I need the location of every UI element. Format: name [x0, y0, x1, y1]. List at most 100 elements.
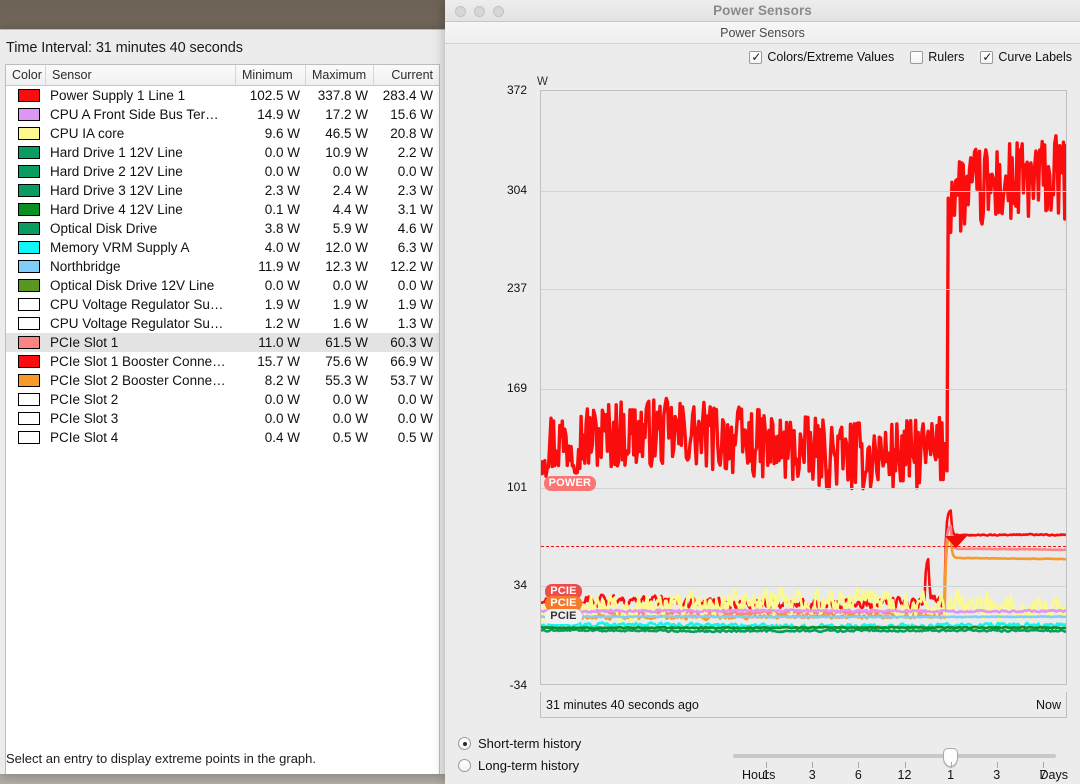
column-header-maximum[interactable]: Maximum	[306, 65, 374, 85]
table-row[interactable]: Power Supply 1 Line 1 102.5 W 337.8 W 283.4…	[6, 86, 439, 105]
sensor-name-cell: PCIe Slot 4	[50, 430, 119, 445]
sensor-max-cell: 12.3 W	[325, 259, 368, 274]
table-row[interactable]: PCIe Slot 1 11.0 W 61.5 W 60.3 W	[6, 333, 439, 352]
sensor-current-cell: 0.5 W	[397, 430, 433, 445]
sensor-max-cell: 0.0 W	[332, 411, 368, 426]
table-row[interactable]: Hard Drive 1 12V Line 0.0 W 10.9 W 2.2 W	[6, 143, 439, 162]
slider-track[interactable]	[733, 754, 1056, 758]
sensor-current-cell: 53.7 W	[390, 373, 433, 388]
column-header-color[interactable]: Color	[6, 65, 46, 85]
slider-tick	[996, 762, 998, 768]
color-swatch-icon	[18, 146, 40, 159]
chart-plot-area[interactable]: POWER PCIE PCIE PCIE	[540, 90, 1067, 685]
sensor-max-cell: 61.5 W	[325, 335, 368, 350]
sensor-current-cell: 6.3 W	[397, 240, 433, 255]
table-row[interactable]: CPU Voltage Regulator Su… 1.2 W 1.6 W 1.3 W	[6, 314, 439, 333]
checkbox-curve-labels[interactable]: Curve Labels	[980, 50, 1072, 64]
table-row[interactable]: Northbridge 11.9 W 12.3 W 12.2 W	[6, 257, 439, 276]
sensor-color-cell	[6, 86, 46, 105]
sensor-min-cell: 1.9 W	[264, 297, 300, 312]
sensor-min-cell: 14.9 W	[257, 107, 300, 122]
radio-long-term-history-dot[interactable]	[458, 759, 471, 772]
sensor-color-cell	[6, 409, 46, 428]
chart-gridline	[541, 288, 1066, 290]
sensor-max-cell: 337.8 W	[317, 88, 368, 103]
radio-long-term-history-label: Long-term history	[478, 758, 580, 773]
sensor-max-cell: 75.6 W	[325, 354, 368, 369]
table-row[interactable]: PCIe Slot 1 Booster Conne… 15.7 W 75.6 W 66…	[6, 352, 439, 371]
table-row[interactable]: PCIe Slot 2 0.0 W 0.0 W 0.0 W	[6, 390, 439, 409]
sensor-min-cell: 0.0 W	[264, 392, 300, 407]
sensor-color-cell	[6, 314, 46, 333]
sensor-max-cell: 2.4 W	[332, 183, 368, 198]
sensor-color-cell	[6, 181, 46, 200]
checkbox-rulers[interactable]: Rulers	[910, 50, 964, 64]
radio-short-term-history-dot[interactable]	[458, 737, 471, 750]
sensor-table[interactable]: Color Sensor Minimum Maximum Current Pow…	[5, 64, 440, 774]
window-title: Power Sensors	[713, 3, 812, 18]
sensor-min-cell: 0.0 W	[264, 164, 300, 179]
checkbox-colors-extreme-values[interactable]: Colors/Extreme Values	[749, 50, 894, 64]
table-row[interactable]: PCIe Slot 2 Booster Conne… 8.2 W 55.3 W 53.…	[6, 371, 439, 390]
sensor-current-cell: 0.0 W	[397, 164, 433, 179]
column-header-sensor[interactable]: Sensor	[46, 65, 236, 85]
table-row[interactable]: CPU Voltage Regulator Su… 1.9 W 1.9 W 1.9 W	[6, 295, 439, 314]
table-row[interactable]: Hard Drive 2 12V Line 0.0 W 0.0 W 0.0 W	[6, 162, 439, 181]
history-range-slider[interactable]: 1 3 6 12 1 3 7	[723, 748, 1068, 782]
chart-series-line	[541, 616, 1066, 617]
table-row[interactable]: Hard Drive 3 12V Line 2.3 W 2.4 W 2.3 W	[6, 181, 439, 200]
table-row[interactable]: Hard Drive 4 12V Line 0.1 W 4.4 W 3.1 W	[6, 200, 439, 219]
table-row[interactable]: CPU A Front Side Bus Ter… 14.9 W 17.2 W 15.…	[6, 105, 439, 124]
sensor-min-cell: 0.0 W	[264, 145, 300, 160]
chart-series-line	[541, 136, 1066, 489]
radio-short-term-history[interactable]: Short-term history	[458, 736, 581, 751]
time-axis: 31 minutes 40 seconds ago Now	[540, 692, 1067, 718]
sensor-max-cell: 10.9 W	[325, 145, 368, 160]
sensor-current-cell: 283.4 W	[382, 88, 433, 103]
chart-gridline	[541, 586, 1066, 588]
window-titlebar[interactable]: Power Sensors	[445, 0, 1080, 22]
extreme-value-line	[541, 546, 1066, 548]
sensor-color-cell	[6, 162, 46, 181]
color-swatch-icon	[18, 336, 40, 349]
sensor-min-cell: 11.0 W	[258, 335, 300, 350]
checkbox-curve-labels-box[interactable]	[980, 50, 994, 64]
sensor-color-cell	[6, 200, 46, 219]
sensor-max-cell: 17.2 W	[325, 107, 368, 122]
sensor-min-cell: 0.0 W	[264, 278, 300, 293]
column-header-minimum[interactable]: Minimum	[236, 65, 306, 85]
sensor-current-cell: 1.3 W	[397, 316, 433, 331]
slider-tick-label: 3	[808, 768, 816, 782]
checkbox-rulers-box[interactable]	[910, 50, 924, 64]
sensor-color-cell	[6, 371, 46, 390]
sensor-max-cell: 12.0 W	[325, 240, 368, 255]
chart-region: W 372 304 237 169 101 34 -34 POWER PCIE PCIE PCIE…	[445, 70, 1080, 730]
column-header-current[interactable]: Current	[374, 65, 439, 85]
color-swatch-icon	[18, 127, 40, 140]
sensor-name-cell: CPU IA core	[50, 126, 125, 141]
color-swatch-icon	[18, 165, 40, 178]
radio-long-term-history[interactable]: Long-term history	[458, 758, 579, 773]
sensor-name-cell: PCIe Slot 1 Booster Conne…	[50, 354, 226, 369]
sensor-current-cell: 66.9 W	[390, 354, 433, 369]
y-axis-tick-label: 304	[506, 182, 527, 197]
sensor-min-cell: 0.4 W	[264, 430, 300, 445]
color-swatch-icon	[18, 412, 40, 425]
sensor-min-cell: 102.5 W	[249, 88, 300, 103]
sensor-current-cell: 0.0 W	[397, 411, 433, 426]
color-swatch-icon	[18, 317, 40, 330]
slider-tick-label: 6	[854, 768, 862, 782]
table-row[interactable]: PCIe Slot 4 0.4 W 0.5 W 0.5 W	[6, 428, 439, 447]
chart-gridline	[541, 488, 1066, 490]
slider-tick-label: 3	[993, 768, 1001, 782]
table-row[interactable]: CPU IA core 9.6 W 46.5 W 20.8 W	[6, 124, 439, 143]
checkbox-colors-extreme-values-box[interactable]	[749, 50, 763, 64]
table-row[interactable]: PCIe Slot 3 0.0 W 0.0 W 0.0 W	[6, 409, 439, 428]
sensor-min-cell: 4.0 W	[264, 240, 300, 255]
table-row[interactable]: Memory VRM Supply A 4.0 W 12.0 W 6.3 W	[6, 238, 439, 257]
sensor-color-cell	[6, 238, 46, 257]
table-row[interactable]: Optical Disk Drive 12V Line 0.0 W 0.0 W 0.0…	[6, 276, 439, 295]
table-row[interactable]: Optical Disk Drive 3.8 W 5.9 W 4.6 W	[6, 219, 439, 238]
sensor-name-cell: Northbridge	[50, 259, 121, 274]
sensor-max-cell: 1.9 W	[332, 297, 368, 312]
